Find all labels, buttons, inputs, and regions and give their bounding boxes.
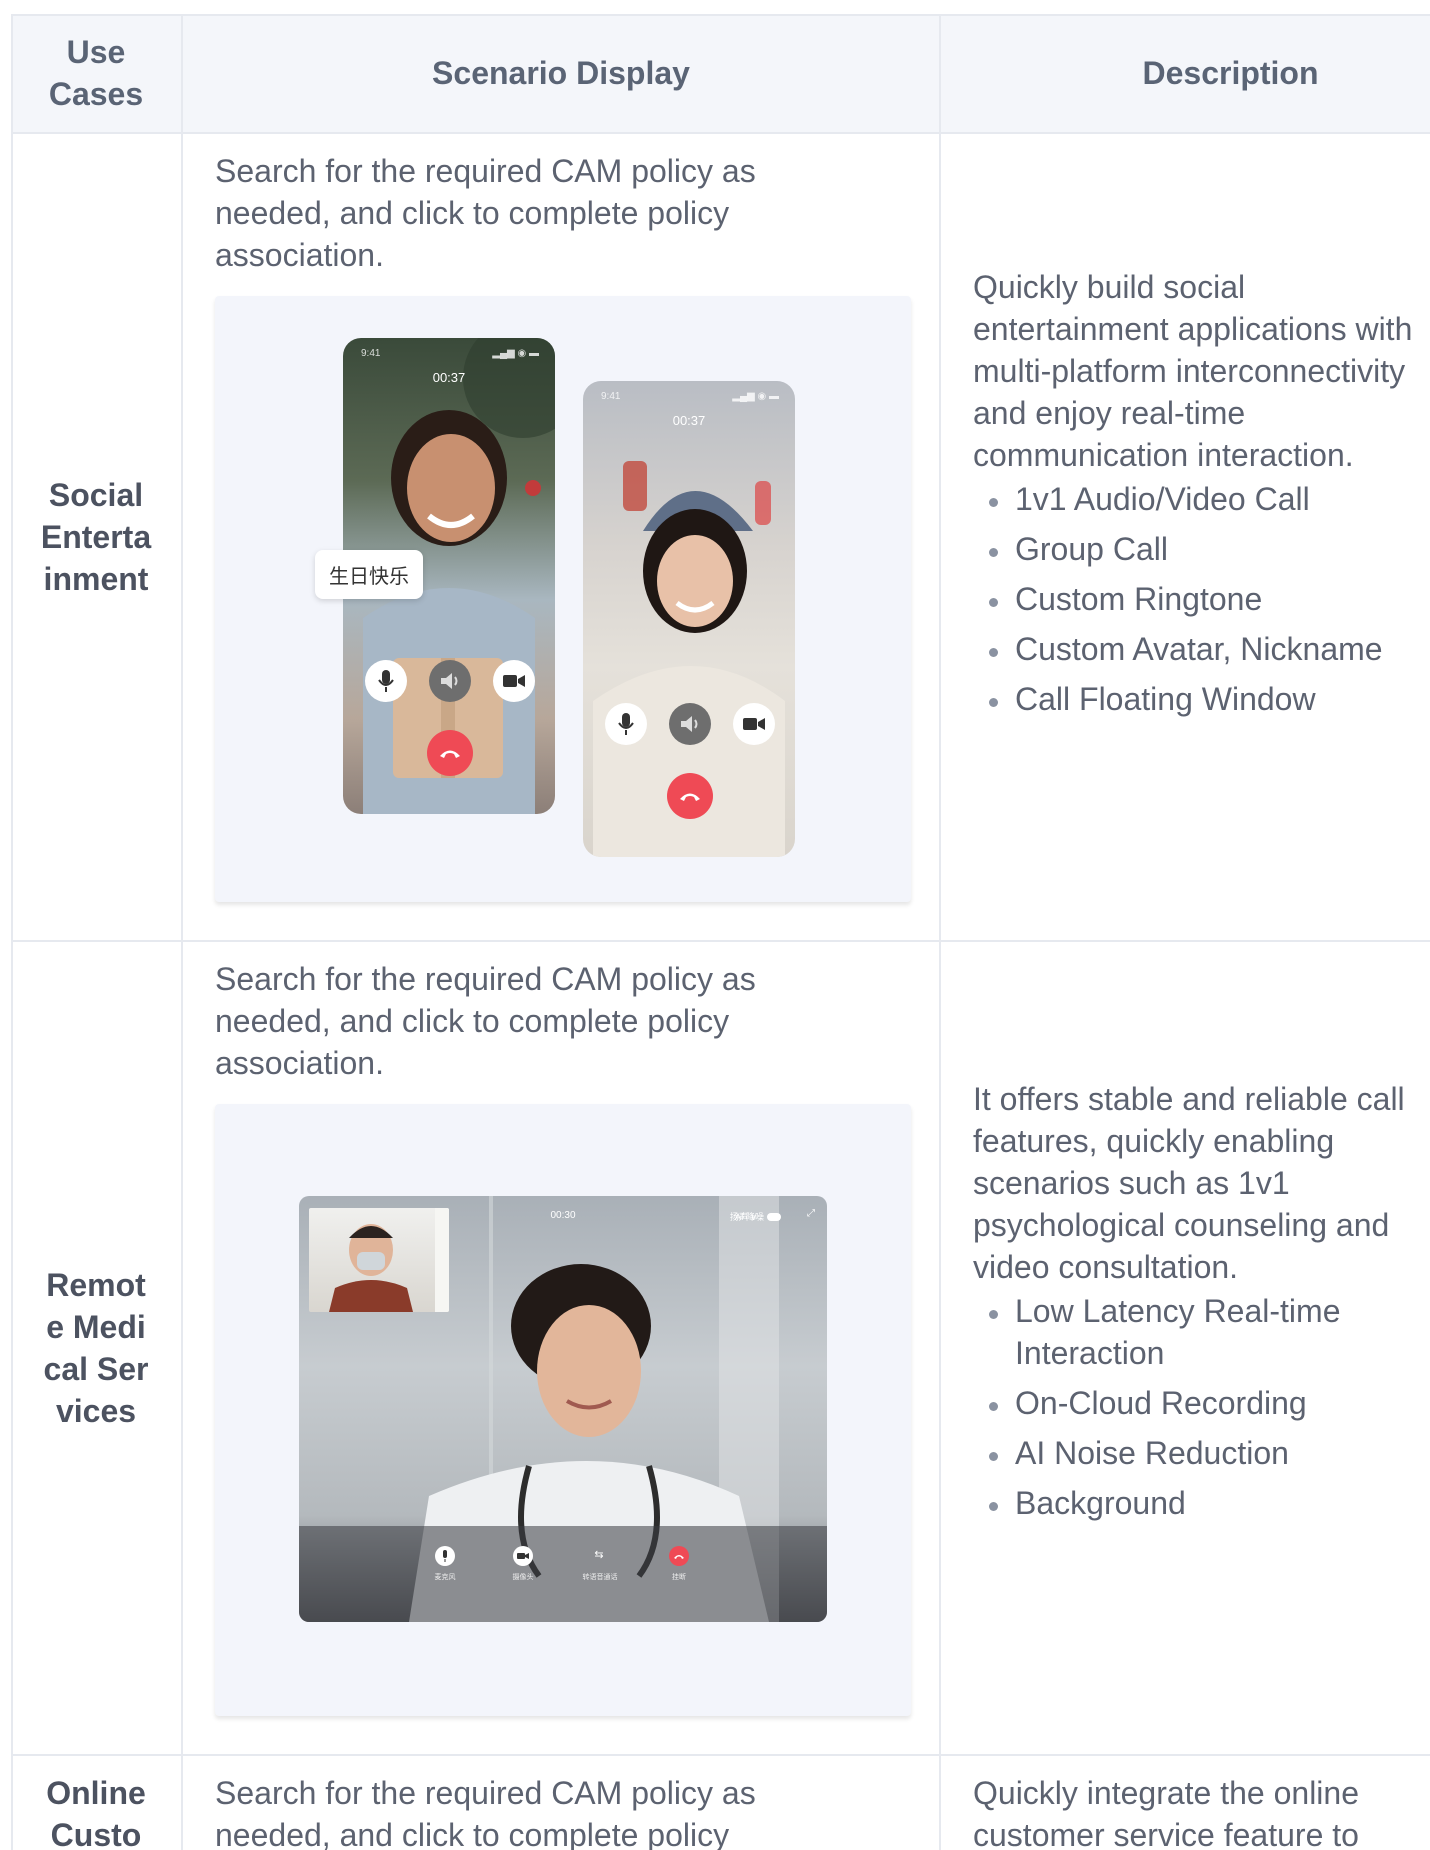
column-divider-2 xyxy=(939,14,941,1850)
hangup-button-tablet[interactable] xyxy=(669,1546,689,1566)
microphone-button-b[interactable] xyxy=(605,703,647,745)
scenario-card-medical: 00:30 扬声 ∨ AI 降噪 ⤢ ⇆ 麦克风 摄像头 转语音通话 挂断 xyxy=(215,1104,911,1716)
patient-thumbnail[interactable] xyxy=(309,1208,449,1312)
speaker-icon xyxy=(441,673,458,689)
feature-list-1: 1v1 Audio/Video Call Group Call Custom R… xyxy=(973,478,1413,720)
feature-item: AI Noise Reduction xyxy=(973,1432,1413,1474)
signal-battery-icon-b: ▂▄▆ ◉ ▬ xyxy=(732,391,779,402)
fullscreen-icon[interactable]: ⤢ xyxy=(807,1208,815,1219)
label-hangup: 挂断 xyxy=(672,1574,686,1581)
use-case-social-entertainment: Social Entertainment xyxy=(40,477,152,597)
use-case-remote-medical: Remote Medical Services xyxy=(43,1267,149,1429)
signal-battery-icon-a: ▂▄▆ ◉ ▬ xyxy=(492,348,539,359)
description-online-customer: Quickly integrate the online customer se… xyxy=(973,1772,1413,1850)
microphone-icon xyxy=(443,1550,447,1562)
camera-button-b[interactable] xyxy=(733,703,775,745)
header-description: Description xyxy=(1142,55,1319,91)
call-timer-a: 00:37 xyxy=(432,370,466,385)
feature-item: Custom Avatar, Nickname xyxy=(973,628,1413,670)
header-divider xyxy=(11,132,1430,134)
hangup-icon xyxy=(680,793,700,801)
feature-list-2: Low Latency Real-time Interaction On-Clo… xyxy=(973,1290,1413,1524)
camera-icon xyxy=(743,718,765,730)
camera-button-a[interactable] xyxy=(493,660,535,702)
speaker-button-b[interactable] xyxy=(669,703,711,745)
speaker-icon xyxy=(681,716,698,732)
hangup-button-b[interactable] xyxy=(667,773,713,819)
toggle-switch[interactable] xyxy=(767,1212,781,1221)
status-time-b: 9:41 xyxy=(601,391,621,402)
microphone-button-tablet[interactable] xyxy=(435,1546,455,1566)
description-medical: It offers stable and reliable call featu… xyxy=(973,1078,1413,1532)
scenario-text-3: Search for the required CAM policy as ne… xyxy=(215,1775,756,1850)
camera-button-tablet[interactable] xyxy=(513,1546,533,1566)
ai-noise-label: AI 降噪 xyxy=(734,1212,764,1222)
feature-item: Group Call xyxy=(973,528,1413,570)
patient-photo xyxy=(329,1208,449,1312)
speaker-button-a[interactable] xyxy=(429,660,471,702)
microphone-button-a[interactable] xyxy=(365,660,407,702)
use-case-table: Use Cases Scenario Display Description S… xyxy=(11,14,1430,1850)
scenario-card-social: 9:41 ▂▄▆ ◉ ▬ 00:37 生日快乐 9:41 ▂▄▆ ◉ ▬ 00:… xyxy=(215,296,911,902)
table-border-left xyxy=(11,14,13,1850)
phone-preview-b: 9:41 ▂▄▆ ◉ ▬ 00:37 xyxy=(583,381,795,857)
microphone-icon xyxy=(618,713,634,735)
feature-item: Custom Ringtone xyxy=(973,578,1413,620)
label-switch-voice: 转语音通话 xyxy=(582,1574,618,1581)
camera-icon xyxy=(517,1553,529,1559)
scenario-text-2: Search for the required CAM policy as ne… xyxy=(215,961,756,1081)
feature-item: Call Floating Window xyxy=(973,678,1413,720)
description-social: Quickly build social entertainment appli… xyxy=(973,266,1413,728)
description-text-3: Quickly integrate the online customer se… xyxy=(973,1775,1359,1850)
ai-noise-toggle[interactable]: AI 降噪 xyxy=(735,1210,781,1223)
header-scenario-display: Scenario Display xyxy=(432,55,690,91)
description-text-2: It offers stable and reliable call featu… xyxy=(973,1081,1405,1285)
status-time-a: 9:41 xyxy=(361,348,381,359)
scenario-text-1: Search for the required CAM policy as ne… xyxy=(215,153,756,273)
row-divider-2 xyxy=(11,1754,1430,1756)
feature-item: On-Cloud Recording xyxy=(973,1382,1413,1424)
chat-bubble: 生日快乐 xyxy=(315,550,423,599)
label-camera: 摄像头 xyxy=(512,1574,534,1581)
switch-voice-icon[interactable]: ⇆ xyxy=(591,1548,607,1564)
hangup-icon xyxy=(674,1555,684,1559)
status-bar-a: 9:41 ▂▄▆ ◉ ▬ xyxy=(361,348,539,359)
feature-item: 1v1 Audio/Video Call xyxy=(973,478,1413,520)
hangup-icon xyxy=(440,750,460,758)
label-microphone: 麦克风 xyxy=(434,1574,456,1581)
tablet-preview: 00:30 扬声 ∨ AI 降噪 ⤢ ⇆ 麦克风 摄像头 转语音通话 挂断 xyxy=(299,1196,827,1622)
status-bar-b: 9:41 ▂▄▆ ◉ ▬ xyxy=(601,391,779,402)
feature-item: Low Latency Real-time Interaction xyxy=(973,1290,1413,1374)
call-timer-b: 00:37 xyxy=(672,413,706,428)
header-use-cases: Use Cases xyxy=(48,34,144,112)
camera-icon xyxy=(503,675,525,687)
row-divider-1 xyxy=(11,940,1430,942)
microphone-icon xyxy=(378,670,394,692)
column-divider-1 xyxy=(181,14,183,1850)
description-text-1: Quickly build social entertainment appli… xyxy=(973,269,1413,473)
feature-item: Background xyxy=(973,1482,1413,1524)
use-case-online-customer: Online Custo xyxy=(46,1775,146,1850)
hangup-button-a[interactable] xyxy=(427,730,473,776)
